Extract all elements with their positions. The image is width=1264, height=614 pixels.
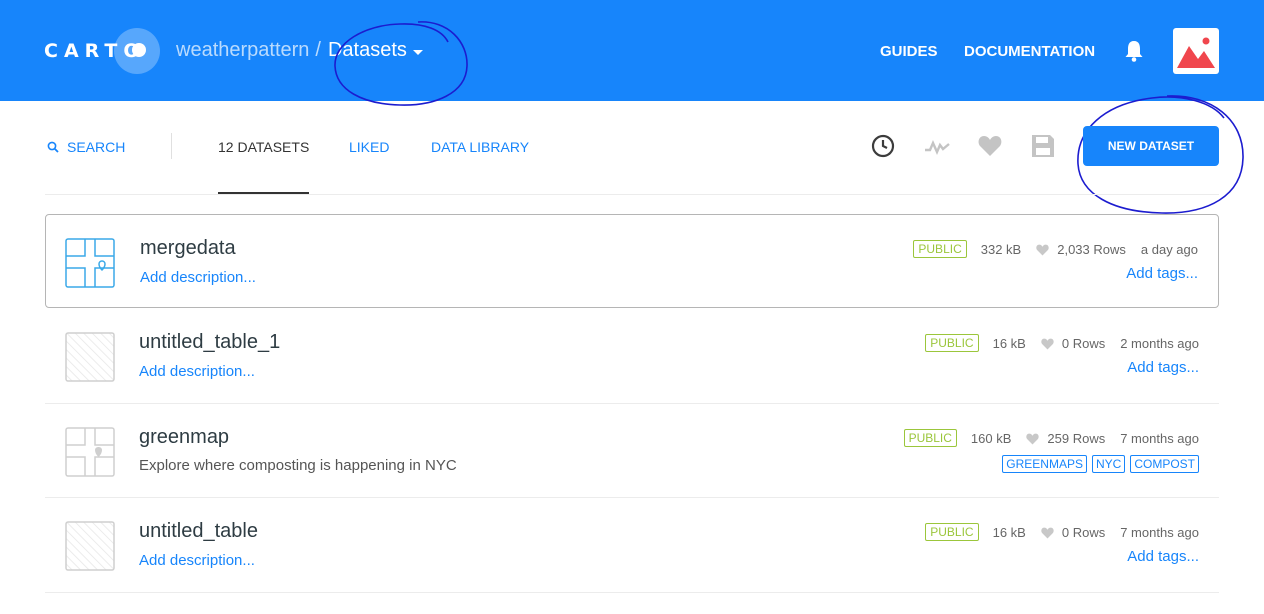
dataset-description[interactable]: Add description... xyxy=(140,269,256,286)
dataset-size: 332 kB xyxy=(980,241,1022,257)
new-dataset-button[interactable]: NEW DATASET xyxy=(1083,126,1219,166)
breadcrumb: weatherpattern / Datasets xyxy=(176,39,423,62)
tag-compost[interactable]: COMPOST xyxy=(1130,455,1199,473)
user-avatar[interactable] xyxy=(1173,28,1219,74)
dataset-description[interactable]: Explore where composting is happening in… xyxy=(139,457,457,474)
dataset-meta: PUBLIC 332 kB 2,033 Rows a day ago xyxy=(913,240,1198,258)
breadcrumb-section-dropdown[interactable]: Datasets xyxy=(328,39,407,62)
like-heart-icon[interactable] xyxy=(1035,243,1050,256)
breadcrumb-separator: / xyxy=(315,39,321,61)
dataset-updated: 7 months ago xyxy=(1120,524,1199,540)
dataset-row[interactable]: untitled_table Add description... PUBLIC… xyxy=(45,498,1219,592)
dataset-meta: PUBLIC 16 kB 0 Rows 2 months ago xyxy=(925,334,1199,352)
privacy-badge[interactable]: PUBLIC xyxy=(925,523,979,541)
map-pin-icon xyxy=(65,427,115,477)
like-heart-icon[interactable] xyxy=(1040,337,1055,350)
top-navigation-bar: CARTO weatherpattern / Datasets GUIDES D… xyxy=(0,0,1264,101)
toolbar-divider xyxy=(171,133,172,159)
tab-datasets[interactable]: 12 DATASETS xyxy=(218,139,309,155)
privacy-badge[interactable]: PUBLIC xyxy=(913,240,967,258)
dataset-rows: 0 Rows xyxy=(1061,335,1106,351)
tags-area: GREENMAPS NYC COMPOST xyxy=(997,455,1199,473)
tags-area: Add tags... xyxy=(1127,548,1199,565)
dataset-name[interactable]: greenmap xyxy=(139,426,229,449)
tag-nyc[interactable]: NYC xyxy=(1091,455,1126,473)
toolbar-separator xyxy=(45,194,1219,195)
dataset-rows: 259 Rows xyxy=(1047,430,1106,446)
dataset-size: 16 kB xyxy=(992,335,1026,351)
breadcrumb-account[interactable]: weatherpattern xyxy=(176,39,309,62)
dataset-row[interactable]: greenmap Explore where composting is hap… xyxy=(45,404,1219,498)
dataset-description[interactable]: Add description... xyxy=(139,552,255,569)
tags-area: Add tags... xyxy=(1126,265,1198,282)
map-pin-icon xyxy=(65,238,115,288)
add-tags-link[interactable]: Add tags... xyxy=(1127,359,1199,376)
tab-data-library[interactable]: DATA LIBRARY xyxy=(431,139,529,155)
dataset-description[interactable]: Add description... xyxy=(139,363,255,380)
heart-icon[interactable] xyxy=(977,133,1003,159)
avatar-image xyxy=(1177,37,1215,68)
dataset-updated: a day ago xyxy=(1140,241,1198,257)
bell-icon[interactable] xyxy=(1124,40,1144,62)
dataset-rows: 2,033 Rows xyxy=(1057,241,1126,257)
dataset-name[interactable]: untitled_table_1 xyxy=(139,331,280,354)
tag-greenmaps[interactable]: GREENMAPS xyxy=(1002,455,1087,473)
dataset-meta: PUBLIC 160 kB 259 Rows 7 months ago xyxy=(903,429,1199,447)
logo-dot xyxy=(132,43,146,57)
caret-down-icon[interactable] xyxy=(412,49,423,55)
search-icon xyxy=(47,141,59,153)
add-tags-link[interactable]: Add tags... xyxy=(1126,265,1198,282)
row-separator xyxy=(45,592,1219,593)
privacy-badge[interactable]: PUBLIC xyxy=(903,429,957,447)
clock-icon[interactable] xyxy=(870,133,896,159)
dataset-name[interactable]: mergedata xyxy=(140,237,236,260)
tags-area: Add tags... xyxy=(1127,359,1199,376)
carto-logo[interactable]: CARTO xyxy=(44,28,160,74)
dataset-updated: 2 months ago xyxy=(1120,335,1199,351)
tab-liked[interactable]: LIKED xyxy=(349,139,389,155)
dataset-row[interactable]: mergedata Add description... PUBLIC 332 … xyxy=(45,214,1219,308)
like-heart-icon[interactable] xyxy=(1040,526,1055,539)
privacy-badge[interactable]: PUBLIC xyxy=(925,334,979,352)
dataset-size: 16 kB xyxy=(992,524,1026,540)
dataset-row[interactable]: untitled_table_1 Add description... PUBL… xyxy=(45,309,1219,403)
empty-table-icon xyxy=(65,521,115,571)
empty-table-icon xyxy=(65,332,115,382)
documentation-link[interactable]: DOCUMENTATION xyxy=(964,43,1095,60)
pulse-icon[interactable] xyxy=(924,133,950,159)
like-heart-icon[interactable] xyxy=(1025,432,1040,445)
dataset-rows: 0 Rows xyxy=(1061,524,1106,540)
add-tags-link[interactable]: Add tags... xyxy=(1127,548,1199,565)
dataset-updated: 7 months ago xyxy=(1120,430,1199,446)
dataset-name[interactable]: untitled_table xyxy=(139,520,258,543)
save-icon[interactable] xyxy=(1030,133,1056,159)
dataset-size: 160 kB xyxy=(970,430,1012,446)
search-label: SEARCH xyxy=(67,139,126,155)
dataset-meta: PUBLIC 16 kB 0 Rows 7 months ago xyxy=(925,523,1199,541)
search-button[interactable]: SEARCH xyxy=(47,139,125,155)
guides-link[interactable]: GUIDES xyxy=(880,43,938,60)
